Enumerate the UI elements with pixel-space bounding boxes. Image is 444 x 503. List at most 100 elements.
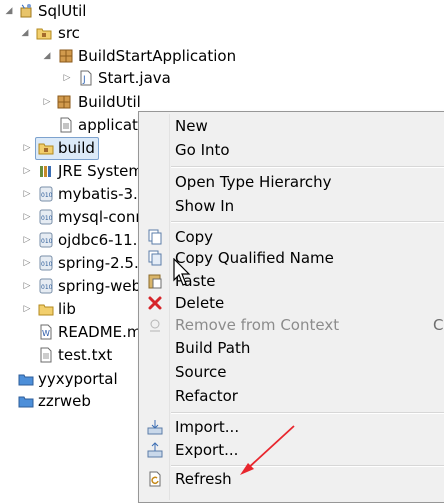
menu-item-open-type-hierarchy[interactable]: Open Type Hierarchy (139, 170, 444, 194)
menu-item-label: New (175, 117, 208, 135)
closed-project-icon (18, 374, 34, 386)
refresh-icon (149, 471, 161, 487)
menu-item-label: Source (175, 363, 227, 381)
tree-item-label: README.m (58, 323, 142, 341)
menu-item-new[interactable]: New (139, 114, 444, 138)
menu-item-label: Remove from Context (175, 316, 340, 334)
expanded-arrow-icon[interactable]: ◢ (20, 22, 30, 44)
tree-item-label: ojdbc6-11. (58, 231, 138, 249)
tree-item-src[interactable]: ◢ src (0, 22, 140, 44)
tree-item-sqlutil[interactable]: ◢ SqlUtil (0, 0, 140, 22)
tree-item-buildutil[interactable]: ▷ BuildUtil (0, 91, 150, 113)
closed-project-icon (18, 396, 34, 408)
menu-item-show-in[interactable]: Show In (139, 194, 444, 218)
collapsed-arrow-icon[interactable]: ▷ (22, 206, 32, 228)
svg-text:J: J (82, 75, 86, 85)
menu-item-label: Refresh (175, 470, 232, 488)
tree-item-test-txt[interactable]: test.txt (0, 344, 140, 366)
remove-context-icon (150, 319, 160, 332)
package-icon (59, 49, 73, 63)
text-file-icon (40, 347, 52, 363)
tree-item-label: mybatis-3.4 (58, 185, 148, 203)
tree-item-jar[interactable]: ▷ 010 mysql-conn (0, 206, 145, 228)
menu-item-shortcut: C (433, 316, 444, 334)
tree-item-lib[interactable]: ▷ lib (0, 298, 140, 320)
tree-item-label: lib (58, 300, 76, 318)
tree-item-yyxyportal[interactable]: yyxyportal (0, 368, 140, 390)
tree-item-label: test.txt (58, 346, 113, 364)
tree-item-application-properties[interactable]: applicati (0, 114, 143, 136)
collapsed-arrow-icon[interactable]: ▷ (22, 252, 32, 274)
collapsed-arrow-icon[interactable]: ▷ (22, 137, 32, 159)
menu-item-label: Go Into (175, 141, 230, 159)
delete-icon (148, 296, 162, 310)
copy-icon (148, 229, 162, 245)
jar-icon: 010 (39, 186, 53, 202)
tree-item-label: BuildStartApplication (78, 47, 237, 65)
tree-item-label: zzrweb (38, 392, 91, 410)
collapsed-arrow-icon[interactable]: ▷ (22, 298, 32, 320)
package-icon (57, 95, 71, 109)
tree-item-jre-system[interactable]: ▷ JRE System (0, 160, 144, 182)
menu-item-source[interactable]: Source (139, 360, 444, 384)
expanded-arrow-icon[interactable]: ◢ (4, 0, 14, 22)
menu-item-label: Delete (175, 294, 225, 312)
svg-text:W: W (42, 329, 50, 338)
expanded-arrow-icon[interactable]: ◢ (42, 45, 52, 67)
jar-icon: 010 (39, 209, 53, 225)
menu-item-label: Import... (175, 418, 240, 436)
java-file-icon: J (80, 70, 92, 86)
tree-item-jar[interactable]: ▷ 010 spring-2.5. (0, 252, 140, 274)
tree-item-jar[interactable]: ▷ 010 mybatis-3.4 (0, 183, 148, 205)
tree-item-zzrweb[interactable]: zzrweb (0, 390, 140, 412)
menu-item-refactor[interactable]: Refactor (139, 384, 444, 408)
collapsed-arrow-icon[interactable]: ▷ (22, 275, 32, 297)
menu-item-remove-from-context: Remove from Context C (139, 313, 444, 337)
tree-item-build[interactable]: ▷ build (0, 137, 100, 159)
tree-item-jar[interactable]: ▷ 010 spring-web (0, 275, 142, 297)
menu-item-label: Open Type Hierarchy (175, 173, 332, 191)
menu-separator (171, 412, 444, 414)
tree-item-jar[interactable]: ▷ 010 ojdbc6-11. (0, 229, 140, 251)
paste-icon (148, 274, 162, 289)
menu-item-label: Refactor (175, 387, 238, 405)
tree-item-buildstartapplication[interactable]: ◢ BuildStartApplication (0, 45, 260, 67)
tree-item-label: mysql-conn (58, 208, 145, 226)
tree-item-label: Start.java (98, 69, 171, 87)
menu-item-label: Copy Qualified Name (175, 249, 334, 267)
tree-item-label: src (58, 24, 80, 42)
menu-item-label: Build Path (175, 339, 251, 357)
tree-item-label: applicati (78, 116, 143, 134)
svg-text:010: 010 (41, 192, 53, 199)
jar-icon: 010 (39, 278, 53, 294)
collapsed-arrow-icon[interactable]: ▷ (22, 183, 32, 205)
menu-separator (171, 221, 444, 223)
import-icon (147, 420, 163, 435)
collapsed-arrow-icon[interactable]: ▷ (62, 67, 72, 89)
tree-item-label: spring-web (58, 277, 142, 295)
collapsed-arrow-icon[interactable]: ▷ (22, 160, 32, 182)
tree-item-readme[interactable]: W README.m (0, 321, 142, 343)
svg-text:010: 010 (41, 238, 53, 245)
tree-item-label: yyxyportal (38, 370, 118, 388)
tree-item-label: JRE System (58, 162, 144, 180)
svg-text:010: 010 (41, 284, 53, 291)
menu-item-delete[interactable]: Delete (139, 291, 444, 315)
menu-separator (171, 166, 444, 168)
properties-file-icon (60, 117, 72, 133)
svg-text:010: 010 (41, 261, 53, 268)
collapsed-arrow-icon[interactable]: ▷ (22, 229, 32, 251)
copy-qualified-icon (148, 250, 162, 266)
tree-item-start-java[interactable]: ▷ J Start.java (0, 67, 200, 89)
menu-item-build-path[interactable]: Build Path (139, 336, 444, 360)
collapsed-arrow-icon[interactable]: ▷ (42, 91, 52, 113)
source-folder-icon (38, 143, 54, 155)
java-project-icon (20, 4, 32, 18)
svg-text:010: 010 (41, 215, 53, 222)
menu-item-go-into[interactable]: Go Into (139, 138, 444, 162)
annotation-arrow-icon (240, 425, 295, 475)
library-icon (40, 166, 51, 177)
tree-item-label: spring-2.5. (58, 254, 139, 272)
export-icon (147, 442, 163, 458)
jar-icon: 010 (39, 232, 53, 248)
